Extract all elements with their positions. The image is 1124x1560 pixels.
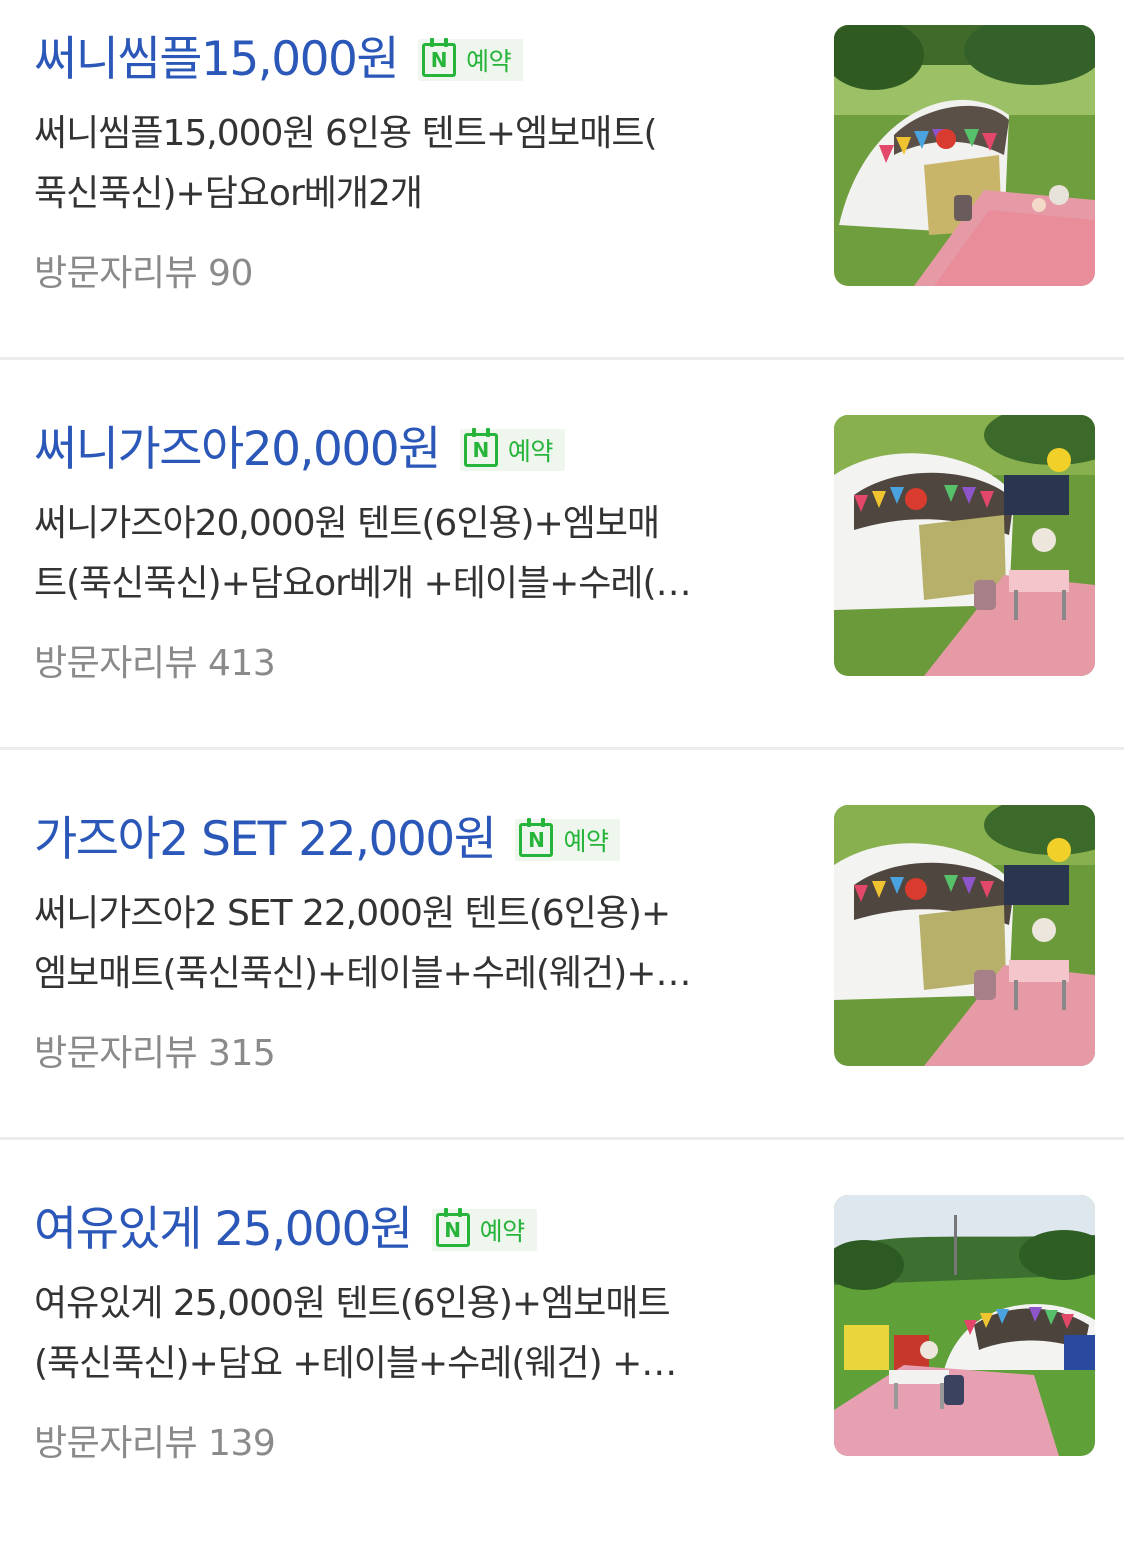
item-description[interactable]: 써니가즈아2 SET 22,000원 텐트(6인용)+ 엠보매트(푹신푹신)+테…: [34, 884, 794, 1004]
tent-photo-image: [834, 415, 1095, 676]
item-thumbnail[interactable]: [834, 25, 1095, 286]
item-title-link[interactable]: 써니씸플15,000원: [34, 30, 400, 90]
list-item[interactable]: 써니가즈아20,000원 N 예약 써니가즈아20,000원 텐트(6인용)+엠…: [0, 390, 1124, 780]
item-title-link[interactable]: 가즈아2 SET 22,000원: [34, 810, 497, 870]
item-title-row: 써니가즈아20,000원 N 예약: [34, 420, 565, 480]
naver-booking-icon: N: [463, 428, 498, 467]
item-description[interactable]: 여유있게 25,000원 텐트(6인용)+엠보매트 (푹신푹신)+담요 +테이블…: [34, 1274, 794, 1394]
visitor-reviews-count[interactable]: 방문자리뷰 315: [34, 1024, 276, 1084]
booking-badge-label: 예약: [466, 47, 512, 76]
booking-badge-label: 예약: [507, 437, 554, 466]
naver-booking-icon: N: [435, 1208, 470, 1247]
item-divider: [0, 747, 1124, 750]
item-title-row: 써니씸플15,000원 N 예약: [34, 30, 524, 90]
visitor-reviews-count[interactable]: 방문자리뷰 90: [34, 244, 253, 304]
item-divider: [0, 357, 1124, 360]
item-title-link[interactable]: 여유있게 25,000원: [34, 1200, 413, 1260]
item-divider: [0, 1137, 1124, 1140]
booking-badge[interactable]: N 예약: [515, 818, 621, 861]
booking-badge-label: 예약: [479, 1217, 526, 1246]
booking-badge[interactable]: N 예약: [431, 1208, 537, 1251]
campsite-photo-image: [834, 1195, 1095, 1456]
visitor-reviews-count[interactable]: 방문자리뷰 413: [34, 634, 276, 694]
item-title-link[interactable]: 써니가즈아20,000원: [34, 420, 441, 480]
list-item[interactable]: 여유있게 25,000원 N 예약 여유있게 25,000원 텐트(6인용)+엠…: [0, 1170, 1124, 1560]
naver-booking-icon: N: [519, 818, 554, 857]
item-description[interactable]: 써니가즈아20,000원 텐트(6인용)+엠보매 트(푹신푹신)+담요or베개 …: [34, 494, 794, 614]
item-title-row: 여유있게 25,000원 N 예약: [34, 1200, 537, 1260]
list-item[interactable]: 가즈아2 SET 22,000원 N 예약 써니가즈아2 SET 22,000원…: [0, 780, 1124, 1170]
item-thumbnail[interactable]: [834, 805, 1095, 1066]
item-description[interactable]: 써니씸플15,000원 6인용 텐트+엠보매트( 푹신푹신)+담요or베개2개: [34, 104, 794, 224]
booking-badge[interactable]: N 예약: [418, 38, 524, 81]
tent-photo-image: [834, 25, 1095, 286]
list-item[interactable]: 써니씸플15,000원 N 예약 써니씸플15,000원 6인용 텐트+엠보매트…: [0, 0, 1124, 390]
tent-photo-image: [834, 805, 1095, 1066]
booking-badge[interactable]: N 예약: [459, 428, 565, 471]
item-thumbnail[interactable]: [834, 415, 1095, 676]
item-thumbnail[interactable]: [834, 1195, 1095, 1456]
booking-badge-label: 예약: [563, 827, 609, 856]
visitor-reviews-count[interactable]: 방문자리뷰 139: [34, 1414, 276, 1474]
naver-booking-icon: N: [422, 38, 457, 77]
item-title-row: 가즈아2 SET 22,000원 N 예약: [34, 810, 621, 870]
